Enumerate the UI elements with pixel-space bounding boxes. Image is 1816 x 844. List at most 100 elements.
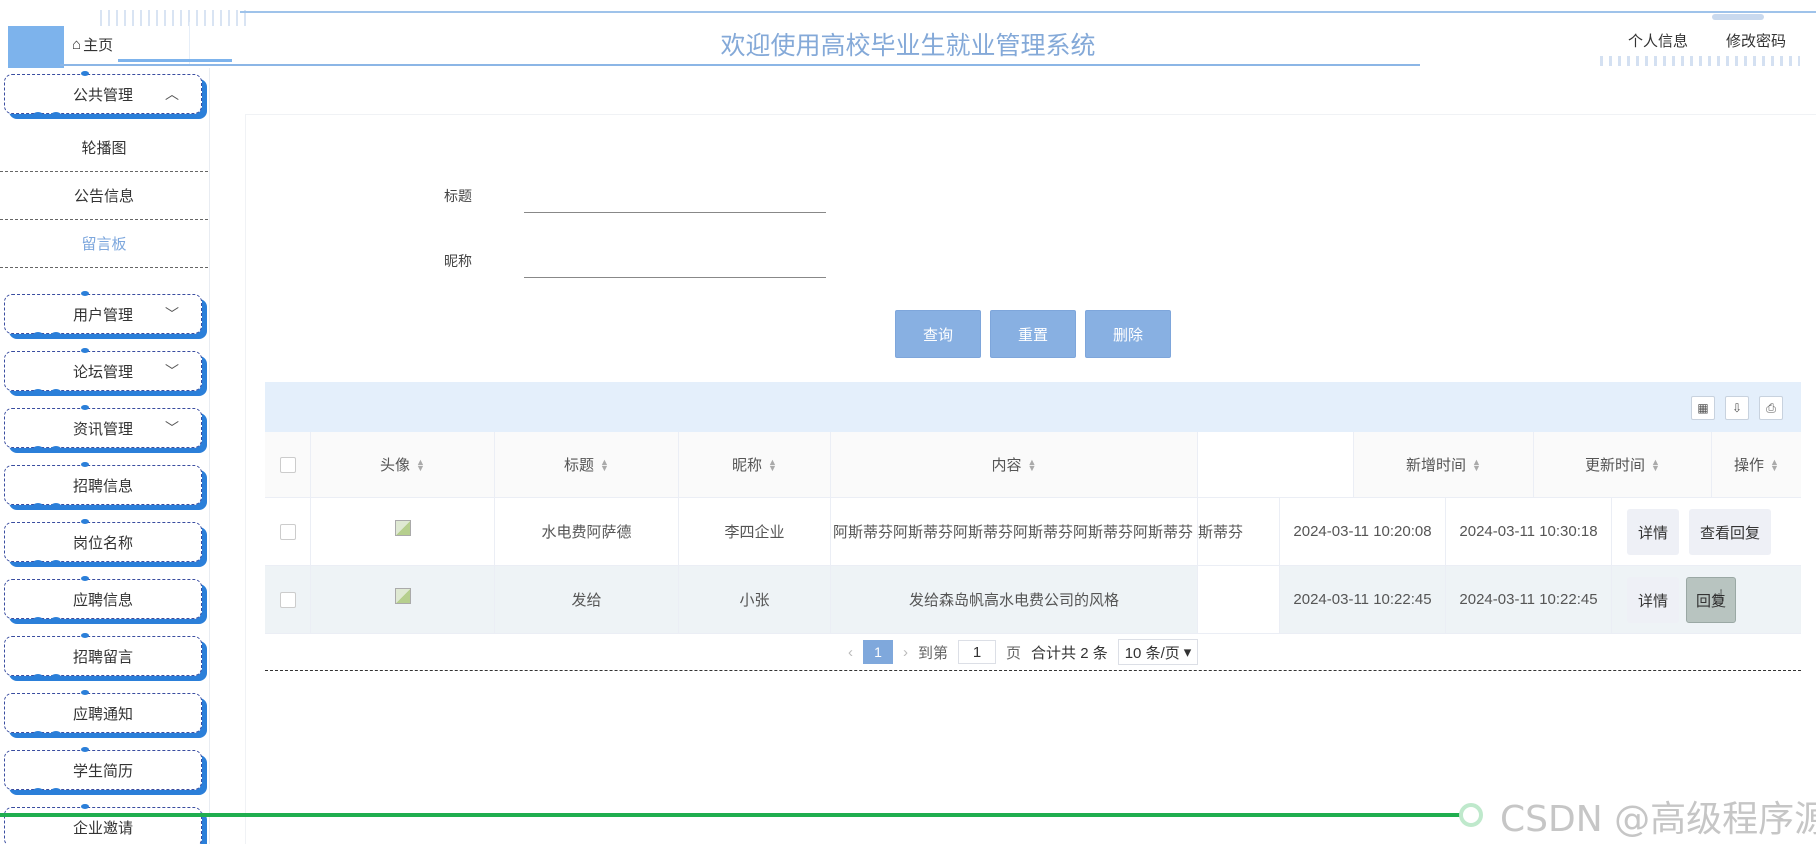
col-label: 更新时间 <box>1585 457 1646 474</box>
col-created[interactable]: 新增时间 ▲ ▼ <box>1354 432 1534 497</box>
decor-knob <box>51 617 61 623</box>
avatar-cell <box>311 498 495 565</box>
delete-button[interactable]: 删除 <box>1085 310 1171 358</box>
nickname-cell: 李四企业 <box>679 498 831 565</box>
sidebar-item-applications[interactable]: 应聘信息 <box>4 576 202 623</box>
decor-knob <box>51 560 61 566</box>
col-label: 操作 <box>1734 457 1765 474</box>
sidebar-group-forum[interactable]: 论坛管理 ﹀ <box>4 348 202 395</box>
profile-link[interactable]: 个人信息 <box>1628 30 1688 51</box>
view-reply-button[interactable]: 查看回复 <box>1689 509 1771 555</box>
hand-cursor-icon: ☝ <box>1712 587 1725 609</box>
export-icon[interactable]: ⇩ <box>1725 396 1749 420</box>
print-icon[interactable]: ⎙ <box>1759 396 1783 420</box>
sidebar: 公共管理 ︿ 轮播图 公告信息 留言板 用户管理 ﹀ 论坛管理 ﹀ 资讯管理 ﹀… <box>0 68 210 844</box>
decor-knob <box>33 446 43 452</box>
table-header: 头像 ▲ ▼ 标题 ▲ ▼ 昵称 ▲ ▼ 内容 ▲ ▼ 新增时间 ▲ ▼ 更新时间 ▲ ▼ 操作 ▲ ▼ <box>265 432 1801 498</box>
table-row: 水电费阿萨德 李四企业 阿斯蒂芬阿斯蒂芬阿斯蒂芬阿斯蒂芬阿斯蒂芬阿斯蒂芬 斯蒂芬… <box>265 498 1801 566</box>
next-page-icon[interactable]: › <box>903 644 908 661</box>
created-cell: 2024-03-11 10:22:45 <box>1280 566 1446 633</box>
sidebar-group-public[interactable]: 公共管理 ︿ <box>4 71 202 118</box>
sidebar-group-users[interactable]: 用户管理 ﹀ <box>4 291 202 338</box>
nickname-label: 昵称 <box>444 253 472 269</box>
change-password-link[interactable]: 修改密码 <box>1726 30 1786 51</box>
goto-label: 到第 <box>918 644 949 662</box>
decor-knob <box>33 731 43 737</box>
reset-button[interactable]: 重置 <box>990 310 1076 358</box>
col-content[interactable]: 内容 ▲ ▼ <box>831 432 1198 497</box>
col-label: 标题 <box>564 457 595 474</box>
decor-knob <box>81 633 89 638</box>
sidebar-item-jobs[interactable]: 招聘信息 <box>4 462 202 509</box>
chevron-up-icon: ︿ <box>165 86 179 102</box>
title-input[interactable] <box>524 212 826 213</box>
col-avatar[interactable]: 头像 ▲ ▼ <box>311 432 495 497</box>
page-1[interactable]: 1 <box>863 640 893 664</box>
row-select-cell <box>265 566 311 633</box>
sidebar-group-label: 用户管理 <box>72 306 133 324</box>
query-button[interactable]: 查询 <box>895 310 981 358</box>
nickname-input[interactable] <box>524 277 826 278</box>
created-cell: 2024-03-11 10:20:08 <box>1280 498 1446 565</box>
decor-knob <box>33 503 43 509</box>
decor-knob <box>81 291 89 296</box>
sidebar-item-label: 招聘留言 <box>72 648 133 666</box>
page-size-select[interactable]: 10 条/页 ▾ <box>1117 639 1199 665</box>
decor-knob <box>33 332 43 338</box>
progress-line <box>0 813 1470 817</box>
chevron-down-icon: ﹀ <box>165 420 179 436</box>
decor-knob <box>81 405 89 410</box>
decor-knob <box>81 576 89 581</box>
row-checkbox[interactable] <box>279 523 296 540</box>
page-unit-label: 页 <box>1006 644 1022 662</box>
detail-button[interactable]: 详情 <box>1627 577 1679 623</box>
goto-page-input[interactable]: 1 <box>958 640 997 664</box>
detail-button[interactable]: 详情 <box>1627 509 1679 555</box>
sort-icon: ▲ ▼ <box>416 456 425 473</box>
content-overflow-cell <box>1198 566 1280 633</box>
sidebar-item-label: 应聘通知 <box>72 705 133 723</box>
watermark: CSDN @高级程序源 <box>1500 799 1816 840</box>
avatar-image <box>394 588 411 604</box>
decor-knob <box>51 446 61 452</box>
decor-knob <box>81 519 89 524</box>
decor-knob <box>81 804 89 809</box>
progress-handle[interactable] <box>1459 803 1483 827</box>
decor-knob <box>81 71 89 76</box>
col-title[interactable]: 标题 ▲ ▼ <box>495 432 679 497</box>
header: ⌂ 主页 欢迎使用高校毕业生就业管理系统 个人信息 修改密码 <box>0 0 1816 68</box>
updated-cell: 2024-03-11 10:30:18 <box>1446 498 1612 565</box>
sidebar-group-label: 资讯管理 <box>72 420 133 438</box>
sort-icon: ▲ ▼ <box>1027 456 1037 473</box>
decor-knob <box>33 560 43 566</box>
col-actions[interactable]: 操作 ▲ ▼ <box>1712 432 1801 497</box>
total-count: 合计共 2 条 <box>1031 644 1108 662</box>
row-checkbox[interactable] <box>279 591 296 608</box>
header-divider <box>240 11 1816 13</box>
sidebar-item-job-messages[interactable]: 招聘留言 <box>4 633 202 680</box>
chevron-down-icon: ﹀ <box>165 363 179 379</box>
col-updated[interactable]: 更新时间 ▲ ▼ <box>1534 432 1712 497</box>
col-spacer <box>1198 432 1354 497</box>
sidebar-item-positions[interactable]: 岗位名称 <box>4 519 202 566</box>
decor-knob <box>51 788 61 794</box>
sidebar-item-label: 企业邀请 <box>72 819 133 837</box>
sidebar-item-resumes[interactable]: 学生简历 <box>4 747 202 794</box>
decor-knob <box>81 348 89 353</box>
select-all-checkbox[interactable] <box>279 456 296 473</box>
sidebar-group-news[interactable]: 资讯管理 ﹀ <box>4 405 202 452</box>
decor-chip <box>1712 14 1764 20</box>
col-label: 昵称 <box>732 457 763 474</box>
col-nickname[interactable]: 昵称 ▲ ▼ <box>679 432 831 497</box>
sidebar-item-carousel[interactable]: 轮播图 <box>0 124 208 172</box>
title-cell: 发给 <box>495 566 679 633</box>
sidebar-item-notifications[interactable]: 应聘通知 <box>4 690 202 737</box>
columns-icon[interactable]: ▦ <box>1691 396 1715 420</box>
col-label: 头像 <box>380 457 411 474</box>
sidebar-item-notice[interactable]: 公告信息 <box>0 172 208 220</box>
prev-page-icon[interactable]: ‹ <box>848 644 853 661</box>
sort-icon: ▲ ▼ <box>1770 456 1779 473</box>
sidebar-item-message-board[interactable]: 留言板 <box>0 220 208 268</box>
decor-dots-right <box>1600 56 1800 66</box>
reply-button[interactable]: 回复 <box>1686 577 1736 623</box>
